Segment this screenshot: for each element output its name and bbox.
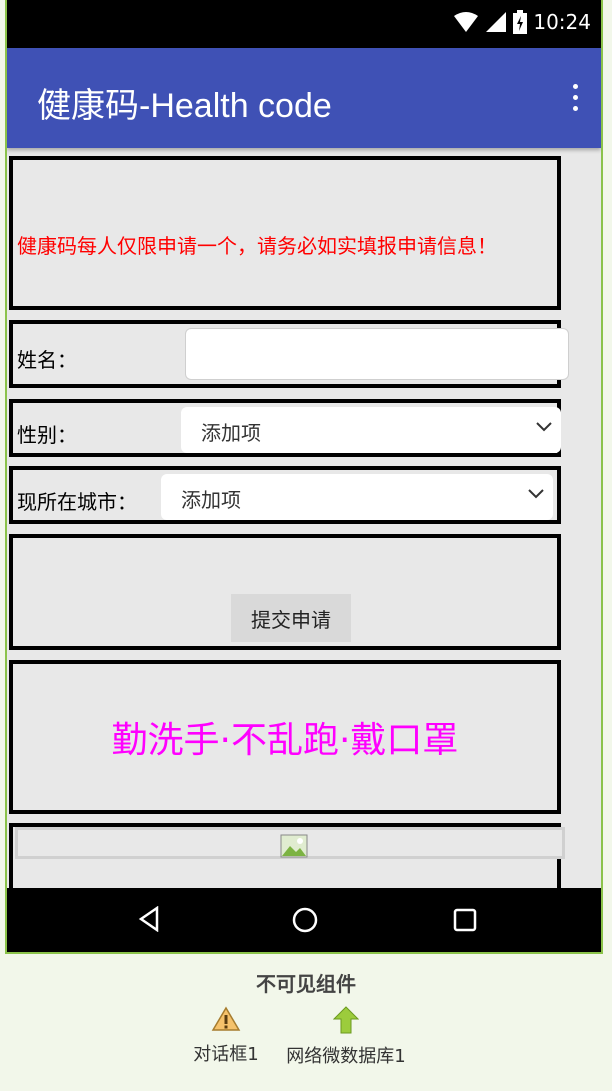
- nonvisible-webdb-label: 网络微数据库1: [286, 1046, 406, 1067]
- city-label: 现所在城市：: [17, 490, 137, 514]
- signal-icon: [486, 12, 507, 32]
- app-title: 健康码-Health code: [37, 87, 332, 125]
- home-icon[interactable]: [291, 906, 319, 934]
- gender-label: 性别：: [17, 423, 77, 447]
- city-selected: 添加项: [181, 488, 241, 512]
- city-row: 现所在城市： 添加项: [9, 466, 561, 524]
- nonvisible-dialog[interactable]: 对话框1: [186, 1006, 266, 1066]
- slogan-text: 勤洗手·不乱跑·戴口罩: [111, 720, 459, 761]
- status-bar: 10:24: [7, 0, 601, 48]
- nonvisible-webdb[interactable]: 网络微数据库1: [276, 1006, 416, 1068]
- gender-select[interactable]: 添加项: [181, 407, 561, 453]
- gender-row: 性别： 添加项: [9, 399, 561, 457]
- submit-button[interactable]: 提交申请: [231, 594, 351, 642]
- image-strip: [15, 827, 565, 859]
- back-icon[interactable]: [137, 906, 161, 932]
- name-label: 姓名：: [17, 348, 77, 372]
- gender-selected: 添加项: [201, 421, 261, 445]
- image-placeholder-icon: [280, 834, 308, 858]
- warning-icon: [211, 1006, 241, 1031]
- status-icons: 10:24: [453, 10, 591, 34]
- wifi-icon: [454, 12, 479, 32]
- nonvisible-dialog-label: 对话框1: [193, 1044, 259, 1065]
- app-bar: 健康码-Health code: [7, 48, 601, 148]
- notice-box: 健康码每人仅限申请一个，请务必如实填报申请信息！: [9, 156, 561, 310]
- phone-frame: 10:24 健康码-Health code 健康码每人仅限申请一个，请务必如实填…: [5, 0, 603, 954]
- name-row: 姓名：: [9, 320, 569, 388]
- nonvisible-components-title: 不可见组件: [256, 972, 356, 996]
- status-time: 10:24: [533, 10, 591, 34]
- screen-content: 健康码每人仅限申请一个，请务必如实填报申请信息！ 姓名： 性别： 添加项 现所在…: [7, 148, 569, 903]
- battery-icon: [513, 10, 528, 34]
- chevron-down-icon: [528, 489, 544, 499]
- recent-apps-icon[interactable]: [453, 908, 477, 932]
- name-input[interactable]: [185, 328, 569, 380]
- notice-text: 健康码每人仅限申请一个，请务必如实填报申请信息！: [17, 234, 497, 258]
- chevron-down-icon: [536, 422, 552, 432]
- upload-arrow-icon: [333, 1006, 359, 1034]
- city-select[interactable]: 添加项: [161, 474, 553, 520]
- slogan-box: 勤洗手·不乱跑·戴口罩: [9, 660, 561, 814]
- submit-box: 提交申请: [9, 534, 561, 650]
- nav-bar: [7, 888, 601, 952]
- overflow-menu-icon[interactable]: [573, 84, 579, 117]
